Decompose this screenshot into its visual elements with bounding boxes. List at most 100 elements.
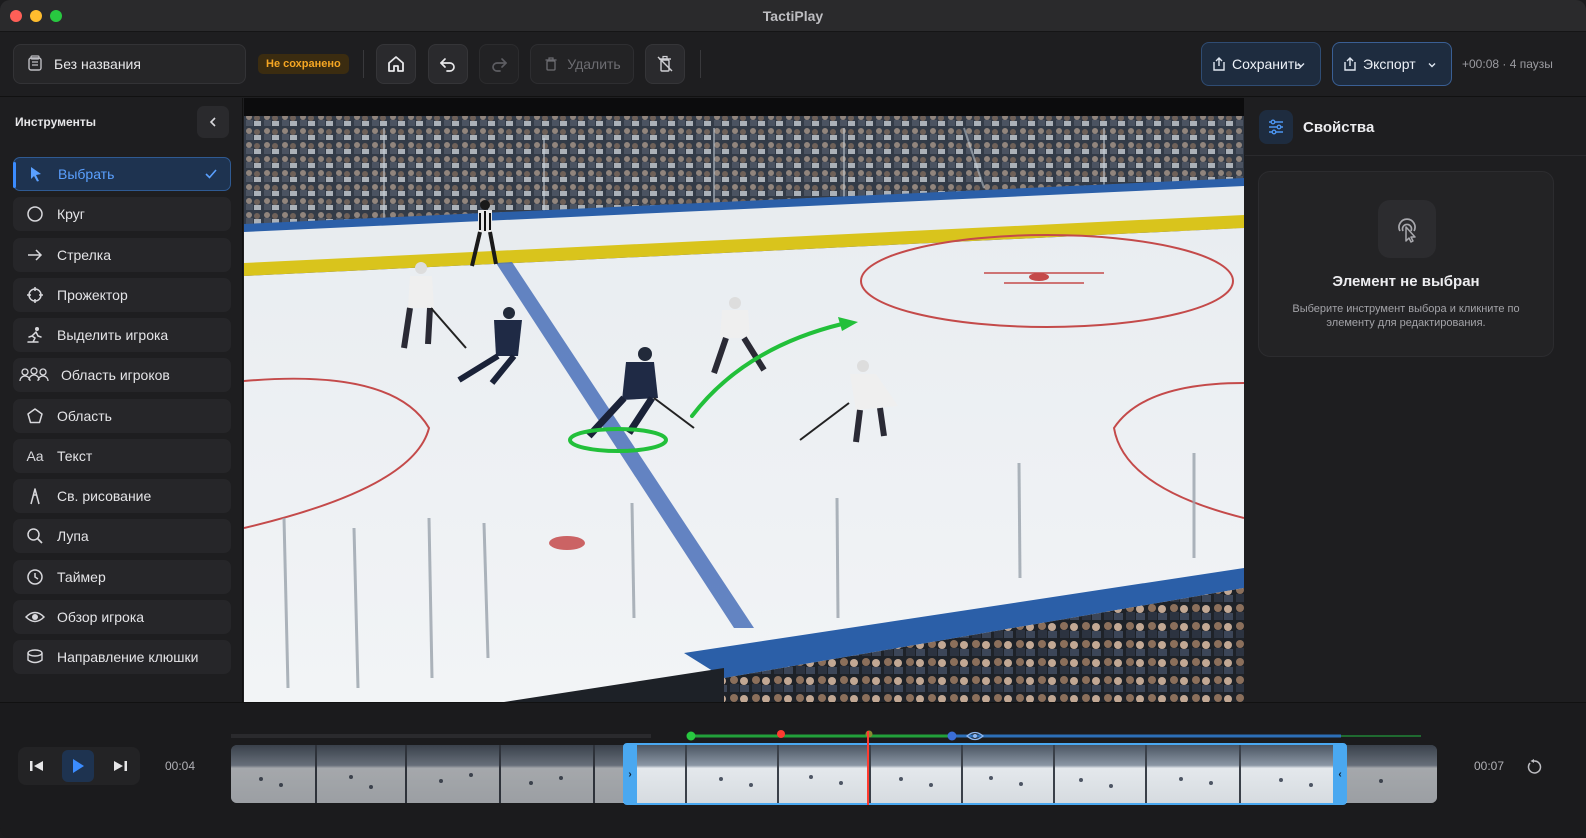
trash-clear-icon: [657, 55, 673, 72]
duration-info: +00:08 · 4 паузы: [1462, 57, 1553, 71]
tool-label: Выделить игрока: [57, 327, 169, 343]
file-icon: [28, 55, 42, 71]
tool-highlight-player[interactable]: Выделить игрока: [13, 318, 231, 352]
tool-circle[interactable]: Круг: [13, 197, 231, 231]
timeline-panel: 00:04 › ‹ 00:07: [0, 702, 1586, 838]
playhead[interactable]: [867, 731, 869, 805]
chevron-left-icon: [209, 117, 216, 127]
project-name: Без названия: [54, 56, 141, 72]
undo-button[interactable]: [428, 44, 468, 84]
empty-title: Элемент не выбран: [1332, 273, 1480, 290]
trash-icon: [545, 57, 557, 71]
toolbar-divider: [700, 50, 701, 78]
properties-header: Свойства: [1245, 98, 1586, 156]
tools-sidebar: Инструменты Выбрать Круг Стрелка Прожект…: [0, 98, 243, 702]
tool-label: Круг: [57, 206, 85, 222]
text-icon: Aa: [26, 448, 44, 464]
filmstrip-dim-left: [231, 745, 623, 803]
trim-selection[interactable]: › ‹: [623, 743, 1347, 805]
sliders-icon: [1259, 110, 1293, 144]
properties-panel: Свойства Элемент не выбран Выберите инст…: [1245, 98, 1586, 702]
tool-label: Направление клюшки: [57, 649, 199, 665]
save-label: Сохранить: [1232, 56, 1302, 72]
redo-button[interactable]: [479, 44, 519, 84]
reset-button[interactable]: [1522, 755, 1546, 779]
magnifier-icon: [25, 526, 45, 546]
home-button[interactable]: [376, 44, 416, 84]
tool-label: Таймер: [57, 569, 106, 585]
export-icon: [1344, 57, 1356, 71]
chevron-down-icon[interactable]: [1296, 60, 1306, 70]
video-canvas[interactable]: [244, 98, 1244, 702]
delete-button[interactable]: Удалить: [530, 44, 634, 84]
cursor-icon: [26, 164, 46, 184]
tool-arrow[interactable]: Стрелка: [13, 238, 231, 272]
tool-label: Область игроков: [61, 367, 170, 383]
tool-stick-direction[interactable]: Направление клюшки: [13, 640, 231, 674]
delete-label: Удалить: [567, 56, 621, 72]
timeline-track[interactable]: › ‹: [231, 727, 1437, 805]
tool-area[interactable]: Область: [13, 399, 231, 433]
circle-icon: [25, 204, 45, 224]
tool-select[interactable]: Выбрать: [13, 157, 231, 191]
tap-cursor-icon: [1378, 200, 1436, 258]
tool-label: Обзор игрока: [57, 609, 145, 625]
tool-player-view[interactable]: Обзор игрока: [13, 600, 231, 634]
keyframe-marker-blue[interactable]: [947, 731, 957, 741]
tool-text[interactable]: Aa Текст: [13, 439, 231, 473]
export-label: Экспорт: [1363, 56, 1416, 72]
clear-all-button[interactable]: [645, 44, 685, 84]
project-name-field[interactable]: Без названия: [13, 44, 246, 84]
collapse-sidebar-button[interactable]: [197, 106, 229, 138]
tool-label: Лупа: [57, 528, 89, 544]
play-button[interactable]: [62, 750, 94, 782]
pentagon-icon: [25, 406, 45, 426]
pen-icon: [25, 486, 45, 506]
trim-handle-end[interactable]: ‹: [1333, 745, 1347, 803]
tool-label: Стрелка: [57, 247, 112, 263]
filmstrip-dim-right: [1347, 745, 1437, 803]
arrow-right-icon: [25, 245, 45, 265]
tool-label: Текст: [57, 448, 93, 464]
skater-icon: [25, 325, 45, 345]
step-forward-button[interactable]: [104, 750, 136, 782]
crosshair-icon: [25, 285, 45, 305]
toolbar-divider: [363, 50, 364, 78]
reset-icon: [1527, 759, 1542, 774]
step-forward-icon: [114, 761, 127, 771]
play-icon: [73, 759, 84, 773]
trim-handle-start[interactable]: ›: [623, 745, 637, 803]
tool-player-area[interactable]: Область игроков: [13, 358, 231, 392]
players-group-icon: [19, 365, 49, 385]
empty-description: Выберите инструмент выбора и кликните по…: [1292, 303, 1520, 329]
end-time: 00:07: [1474, 759, 1505, 773]
playback-controls: [18, 747, 140, 785]
toolbar: Без названия Не сохранено Удалить Сохран…: [0, 32, 1586, 97]
tool-timer[interactable]: Таймер: [13, 560, 231, 594]
save-icon: [1213, 57, 1225, 71]
tool-freehand[interactable]: Св. рисование: [13, 479, 231, 513]
undo-icon: [440, 58, 455, 72]
sidebar-title: Инструменты: [15, 115, 97, 129]
step-back-button[interactable]: [21, 750, 53, 782]
save-button[interactable]: Сохранить: [1201, 42, 1321, 86]
redo-icon: [492, 58, 507, 72]
current-time: 00:04: [165, 759, 196, 773]
tool-label: Св. рисование: [57, 488, 152, 504]
tool-spotlight[interactable]: Прожектор: [13, 278, 231, 312]
keyframe-marker-green[interactable]: [686, 731, 696, 741]
keyframe-marker-red[interactable]: [777, 730, 785, 738]
title-bar: TactiPlay: [0, 0, 1586, 32]
eye-icon: [25, 607, 45, 627]
empty-selection-card: Элемент не выбран Выберите инструмент вы…: [1258, 171, 1554, 357]
checkmark-icon: [205, 169, 217, 179]
properties-title: Свойства: [1303, 119, 1375, 136]
app-window: TactiPlay Без названия Не сохранено Удал…: [0, 0, 1586, 838]
export-button[interactable]: Экспорт: [1332, 42, 1452, 86]
chevron-down-icon[interactable]: [1427, 60, 1437, 70]
timer-icon: [25, 567, 45, 587]
unsaved-badge: Не сохранено: [258, 54, 349, 74]
step-back-icon: [30, 761, 43, 771]
tool-label: Выбрать: [58, 166, 115, 182]
tool-magnifier[interactable]: Лупа: [13, 519, 231, 553]
